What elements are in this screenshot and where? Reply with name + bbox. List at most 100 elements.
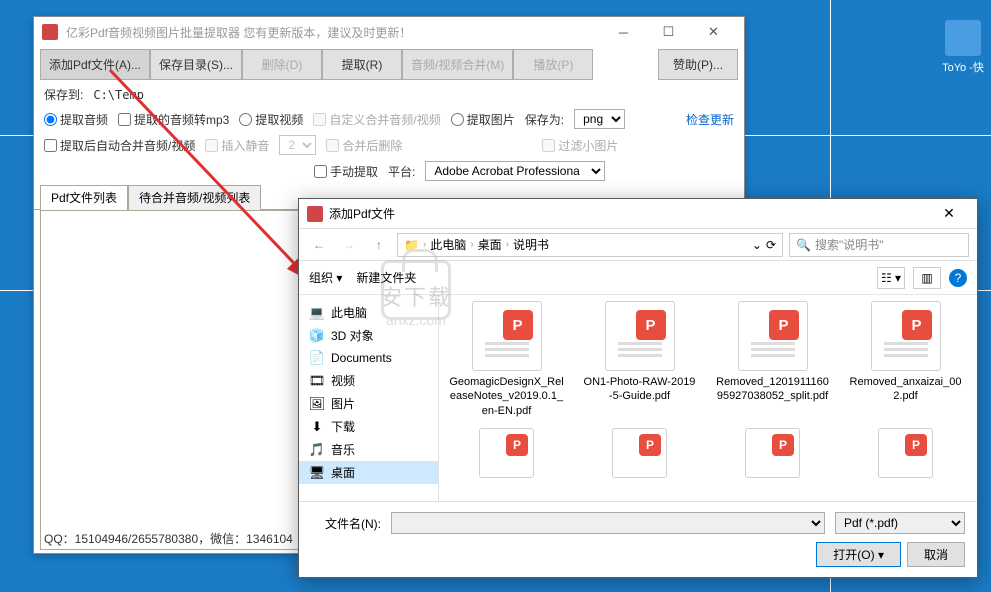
sidebar-item-图片[interactable]: 🖼图片 [299,392,438,415]
save-as-label: 保存为: [525,111,564,128]
help-button[interactable]: ? [949,269,967,287]
status-text: QQ：15104946/2655780380，微信：1346104 [44,530,293,547]
file-item[interactable]: PRemoved_120191116095927038052_split.pdf [715,301,830,418]
manual-extract-check[interactable]: 手动提取 [314,163,378,180]
close-button[interactable]: ✕ [691,18,736,46]
minimize-button[interactable]: ─ [601,18,646,46]
play-button[interactable]: 播放(P) [513,49,593,80]
pdf-icon: P [878,428,933,478]
open-button[interactable]: 打开(O) ▾ [816,542,901,567]
file-name: ON1-Photo-RAW-2019-5-Guide.pdf [582,375,697,404]
dialog-title: 添加Pdf文件 [329,205,395,222]
desktop-shortcut[interactable]: ToYo -快 [939,20,987,75]
sidebar-item-icon: 🧊 [309,328,325,344]
refresh-icon[interactable]: ⟳ [766,238,776,252]
save-to-label: 保存到: [44,86,83,103]
sidebar-item-音乐[interactable]: 🎵 音乐 [299,438,438,461]
organize-menu[interactable]: 组织 ▾ [309,269,342,286]
sidebar-item-此电脑[interactable]: 💻此电脑 [299,301,438,324]
nav-back-button[interactable]: ← [307,233,331,257]
sidebar-item-label: Documents [331,351,392,365]
tab-pending-merge[interactable]: 待合并音频/视频列表 [128,185,261,210]
filetype-filter[interactable]: Pdf (*.pdf) [835,512,965,534]
file-name: GeomagicDesignX_ReleaseNotes_v2019.0.1_e… [449,375,564,418]
nav-up-button[interactable]: ↑ [367,233,391,257]
audio-mp3-check[interactable]: 提取的音频转mp3 [118,111,229,128]
sidebar-item-下载[interactable]: ⬇ 下载 [299,415,438,438]
insert-silence-check: 插入静音 [205,137,269,154]
sidebar-item-icon: 📄 [309,350,325,366]
sidebar-item-icon: 🖥 [309,465,325,481]
pdf-icon: P [479,428,534,478]
dialog-footer: 文件名(N): Pdf (*.pdf) 打开(O) ▾ 取消 [299,501,977,577]
file-item[interactable]: P Removed_anxaizai_002.pdf [848,301,963,418]
pdf-icon: P [605,301,675,371]
save-dir-button[interactable]: 保存目录(S)... [150,49,242,80]
dialog-close-button[interactable]: ✕ [929,201,969,227]
sidebar-item-Documents[interactable]: 📄 Documents [299,347,438,369]
new-folder-button[interactable]: 新建文件夹 [356,269,416,286]
sidebar-item-icon: ⬇ [309,419,325,435]
crumb-0[interactable]: 此电脑 [430,236,466,253]
check-update-link[interactable]: 检查更新 [686,111,734,128]
search-input[interactable]: 🔍 搜索"说明书" [789,233,969,257]
view-mode-button[interactable]: ☷ ▾ [877,267,905,289]
save-to-path: C:\Temp [93,88,144,102]
sidebar-item-icon: 🎞 [309,373,325,389]
file-area: P GeomagicDesignX_ReleaseNotes_v2019.0.1_… [439,295,977,501]
breadcrumb-dropdown-icon[interactable]: ⌄ [752,238,762,252]
file-name: Removed_anxaizai_002.pdf [848,375,963,404]
folder-icon: 📁 [404,238,419,252]
search-icon: 🔍 [796,238,811,252]
platform-select[interactable]: Adobe Acrobat Professiona [425,161,605,181]
add-pdf-button[interactable]: 添加Pdf文件(A)... [40,49,150,80]
maximize-button[interactable]: ☐ [646,18,691,46]
file-item[interactable]: P ON1-Photo-RAW-2019-5-Guide.pdf [582,301,697,418]
breadcrumb[interactable]: 📁 › 此电脑 › 桌面 › 说明书 ⌄ ⟳ [397,233,783,257]
search-placeholder: 搜索"说明书" [815,236,884,253]
file-item[interactable]: P [582,428,697,482]
merge-button[interactable]: 音频/视频合并(M) [402,49,513,80]
file-item[interactable]: PGeomagicDesignX_ReleaseNotes_v2019.0.1_… [449,301,564,418]
sidebar-item-icon: 💻 [309,305,325,321]
sidebar-item-桌面[interactable]: 🖥桌面 [299,461,438,484]
pdf-icon: P [612,428,667,478]
extract-image-radio[interactable]: 提取图片 [451,111,515,128]
extract-video-radio[interactable]: 提取视频 [239,111,303,128]
delete-button[interactable]: 删除(D) [242,49,322,80]
main-toolbar: 添加Pdf文件(A)... 保存目录(S)... 删除(D) 提取(R) 音频/… [34,47,744,82]
delete-after-merge-check: 合并后删除 [326,137,402,154]
preview-pane-button[interactable]: ▥ [913,267,941,289]
file-item[interactable]: P [449,428,564,482]
image-format-select[interactable]: png [574,109,625,129]
dialog-icon [307,206,323,222]
cancel-button[interactable]: 取消 [907,542,965,567]
platform-label: 平台: [388,163,415,180]
custom-merge-check: 自定义合并音频/视频 [313,111,440,128]
crumb-2[interactable]: 说明书 [513,236,549,253]
tab-file-list[interactable]: Pdf文件列表 [40,185,128,210]
dialog-titlebar: 添加Pdf文件 ✕ [299,199,977,229]
file-item[interactable]: P [715,428,830,482]
silence-seconds: 2 [279,135,316,155]
auto-merge-check[interactable]: 提取后自动合并音频/视频 [44,137,195,154]
pdf-icon: P [871,301,941,371]
sidebar-item-label: 图片 [331,395,355,412]
filter-small-check: 过滤小图片 [542,137,618,154]
sidebar-item-视频[interactable]: 🎞 视频 [299,369,438,392]
sponsor-button[interactable]: 赞助(P)... [658,49,738,80]
extract-button[interactable]: 提取(R) [322,49,402,80]
nav-forward-button[interactable]: → [337,233,361,257]
sidebar-item-label: 音乐 [331,441,355,458]
sidebar-item-label: 视频 [331,372,355,389]
file-item[interactable]: P [848,428,963,482]
sidebar-item-icon: 🎵 [309,442,325,458]
sidebar-item-label: 下载 [331,418,355,435]
crumb-1[interactable]: 桌面 [478,236,502,253]
app-icon [42,24,58,40]
sidebar-item-3D 对象[interactable]: 🧊3D 对象 [299,324,438,347]
dialog-sidebar: 💻此电脑🧊3D 对象 📄 Documents 🎞 视频 🖼图片 ⬇ 下载 🎵 音乐 🖥桌面 [299,295,439,501]
extract-audio-radio[interactable]: 提取音频 [44,111,108,128]
filename-input[interactable] [391,512,825,534]
dialog-nav: ← → ↑ 📁 › 此电脑 › 桌面 › 说明书 ⌄ ⟳ 🔍 搜索"说明书" [299,229,977,261]
